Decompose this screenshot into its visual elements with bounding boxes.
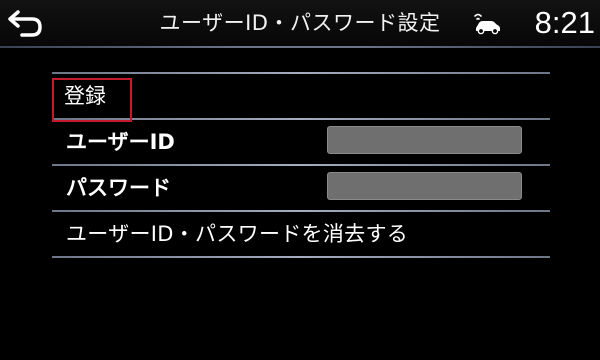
register-row[interactable]: 登録 [52,74,550,122]
settings-list: 登録 ユーザーID パスワード ユーザーID・パスワードを消去する [52,72,550,258]
page-title: ユーザーID・パスワード設定 [159,11,441,35]
header-divider [0,46,600,48]
password-field[interactable] [327,172,522,200]
back-arrow-icon [8,10,42,37]
header-bar: ユーザーID・パスワード設定 8:21 [0,0,600,46]
delete-label: ユーザーID・パスワードを消去する [66,222,409,246]
vehicle-signal-icon [472,11,502,35]
delete-row[interactable]: ユーザーID・パスワードを消去する [52,212,550,256]
password-row[interactable]: パスワード [52,166,550,210]
user-id-field[interactable] [327,126,522,154]
divider [52,256,550,258]
password-label: パスワード [66,176,171,200]
clock: 8:21 [534,5,595,40]
user-id-label: ユーザーID [66,130,175,154]
user-id-row[interactable]: ユーザーID [52,120,550,164]
screen: ユーザーID・パスワード設定 8:21 登録 ユーザーID パスワード ユーザー… [0,0,600,360]
back-button[interactable] [6,6,46,40]
register-label: 登録 [64,84,106,108]
